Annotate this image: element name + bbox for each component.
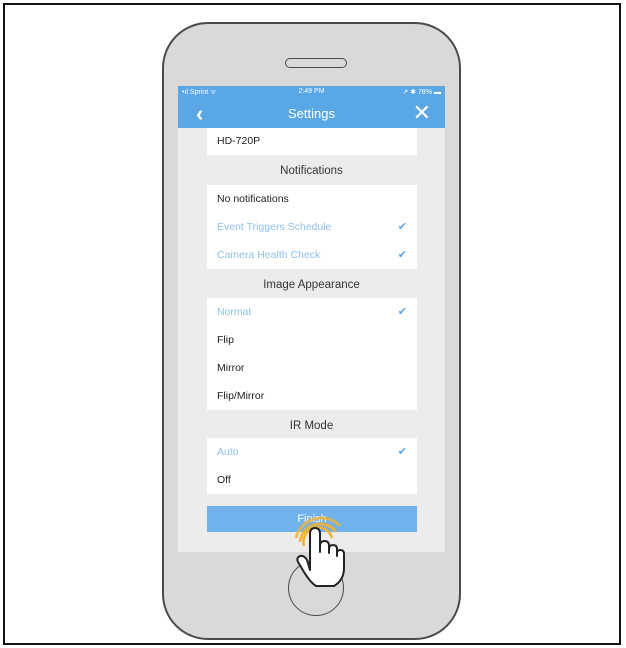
status-bar: •ıl Sprint ᯤ 2:49 PM ↗ ✱ 78% ▬ [178, 86, 445, 98]
checkmark-icon: ✔ [397, 249, 407, 261]
appearance-option[interactable]: Mirror [207, 354, 417, 382]
option-label: Auto [217, 446, 239, 458]
option-label: Flip/Mirror [217, 390, 265, 402]
checkmark-icon: ✔ [397, 221, 407, 233]
resolution-row[interactable]: HD-720P [207, 128, 417, 155]
appearance-option[interactable]: Flip [207, 326, 417, 354]
option-label: No notifications [217, 193, 289, 205]
option-label: Flip [217, 334, 234, 346]
phone-screen: •ıl Sprint ᯤ 2:49 PM ↗ ✱ 78% ▬ ‹ Setting… [178, 86, 445, 552]
ir-mode-option[interactable]: Off [207, 466, 417, 494]
appearance-option[interactable]: Normal ✔ [207, 298, 417, 326]
appearance-option[interactable]: Flip/Mirror [207, 382, 417, 410]
tap-hand-icon [294, 516, 345, 587]
option-label: Event Triggers Schedule [217, 221, 332, 233]
notifications-header: Notifications [280, 165, 343, 177]
notification-option[interactable]: No notifications [207, 185, 417, 213]
ir-mode-header: IR Mode [289, 420, 334, 432]
checkmark-icon: ✔ [397, 306, 407, 318]
image-appearance-card: Normal ✔ Flip Mirror Flip/Mirror [207, 298, 417, 410]
close-icon[interactable]: ✕ [413, 100, 431, 126]
image-appearance-header: Image Appearance [263, 279, 360, 291]
resolution-label: HD-720P [217, 135, 261, 147]
speaker-slot [285, 58, 347, 68]
ir-mode-card: Auto ✔ Off [207, 438, 417, 494]
nav-bar: ‹ Settings ✕ [178, 98, 445, 128]
option-label: Normal [217, 306, 251, 318]
notifications-card: No notifications Event Triggers Schedule… [207, 185, 417, 269]
notification-option[interactable]: Camera Health Check ✔ [207, 241, 417, 269]
resolution-card: HD-720P [207, 128, 417, 155]
option-label: Mirror [217, 362, 245, 374]
page-title: Settings [288, 106, 335, 121]
status-battery: ↗ ✱ 78% ▬ [402, 89, 441, 96]
checkmark-icon: ✔ [397, 446, 407, 458]
notification-option[interactable]: Event Triggers Schedule ✔ [207, 213, 417, 241]
option-label: Camera Health Check [217, 249, 321, 261]
ir-mode-option[interactable]: Auto ✔ [207, 438, 417, 466]
option-label: Off [217, 474, 231, 486]
